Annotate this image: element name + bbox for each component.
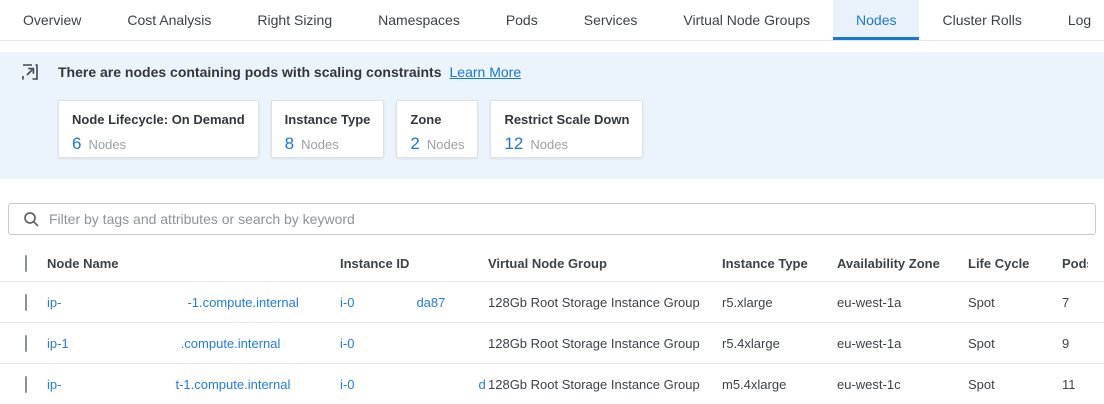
node-name-link[interactable]: ip-t-1.compute.internal xyxy=(47,377,340,392)
tab-cluster-rolls[interactable]: Cluster Rolls xyxy=(919,0,1044,40)
virtual-node-group-cell: 128Gb Root Storage Instance Group xyxy=(488,377,722,392)
tab-virtual-node-groups[interactable]: Virtual Node Groups xyxy=(660,0,833,40)
nodes-table: Node NameInstance IDVirtual Node GroupIn… xyxy=(0,245,1104,404)
card-title: Restrict Scale Down xyxy=(504,112,629,127)
table-header-row: Node NameInstance IDVirtual Node GroupIn… xyxy=(0,245,1104,281)
card-count: 12 xyxy=(504,134,523,154)
tab-pods[interactable]: Pods xyxy=(483,0,561,40)
column-header-instance-id: Instance ID xyxy=(340,256,488,271)
tab-nodes[interactable]: Nodes xyxy=(833,0,919,40)
pods-cell: 9 xyxy=(1062,336,1088,351)
instance-type-cell: m5.4xlarge xyxy=(722,377,837,392)
virtual-node-group-cell: 128Gb Root Storage Instance Group xyxy=(488,336,722,351)
tab-overview[interactable]: Overview xyxy=(0,0,104,40)
scaling-constraint-icon xyxy=(22,64,38,80)
life-cycle-cell: Spot xyxy=(968,336,1062,351)
tab-services[interactable]: Services xyxy=(561,0,661,40)
column-header-availability-zone: Availability Zone xyxy=(837,256,968,271)
tab-right-sizing[interactable]: Right Sizing xyxy=(234,0,355,40)
column-header-instance-type: Instance Type xyxy=(722,256,837,271)
instance-id-link[interactable]: i-0da87 xyxy=(340,295,488,310)
availability-zone-cell: eu-west-1a xyxy=(837,295,968,310)
filter-input[interactable] xyxy=(49,211,1085,227)
card-title: Instance Type xyxy=(285,112,371,127)
table-row: ip-1.compute.internali-0128Gb Root Stora… xyxy=(0,322,1104,363)
constraint-card-zone[interactable]: Zone 2 Nodes xyxy=(396,100,478,158)
constraint-card-restrict-scale-down[interactable]: Restrict Scale Down 12 Nodes xyxy=(490,100,643,158)
constraint-card-node-lifecycle-on-demand[interactable]: Node Lifecycle: On Demand 6 Nodes xyxy=(58,100,259,158)
instance-id-link[interactable]: i-0 xyxy=(340,336,488,351)
card-title: Node Lifecycle: On Demand xyxy=(72,112,245,127)
availability-zone-cell: eu-west-1c xyxy=(837,377,968,392)
card-unit: Nodes xyxy=(88,137,126,152)
pods-cell: 11 xyxy=(1062,377,1088,392)
tab-cost-analysis[interactable]: Cost Analysis xyxy=(104,0,234,40)
search-icon xyxy=(23,211,40,228)
virtual-node-group-cell: 128Gb Root Storage Instance Group xyxy=(488,295,722,310)
card-unit: Nodes xyxy=(530,137,568,152)
table-row: ip-t-1.compute.internali-0d128Gb Root St… xyxy=(0,363,1104,404)
instance-type-cell: r5.4xlarge xyxy=(722,336,837,351)
pods-cell: 7 xyxy=(1062,295,1088,310)
row-checkbox[interactable] xyxy=(25,376,27,393)
table-row: ip--1.compute.internali-0da87128Gb Root … xyxy=(0,281,1104,322)
constraint-cards: Node Lifecycle: On Demand6NodesInstance … xyxy=(58,100,1104,158)
column-header-virtual-node-group: Virtual Node Group xyxy=(488,256,722,271)
availability-zone-cell: eu-west-1a xyxy=(837,336,968,351)
node-name-link[interactable]: ip-1.compute.internal xyxy=(47,336,340,351)
table-body: ip--1.compute.internali-0da87128Gb Root … xyxy=(0,281,1104,404)
tab-bar: OverviewCost AnalysisRight SizingNamespa… xyxy=(0,0,1104,41)
learn-more-link[interactable]: Learn More xyxy=(450,64,522,80)
tab-namespaces[interactable]: Namespaces xyxy=(355,0,483,40)
select-all-checkbox[interactable] xyxy=(25,255,27,272)
card-title: Zone xyxy=(410,112,464,127)
card-unit: Nodes xyxy=(301,137,339,152)
constraint-card-instance-type[interactable]: Instance Type 8 Nodes xyxy=(271,100,385,158)
card-count: 2 xyxy=(410,134,419,154)
column-header-node-name: Node Name xyxy=(47,256,340,271)
scaling-constraints-banner: There are nodes containing pods with sca… xyxy=(0,52,1104,179)
banner-message: There are nodes containing pods with sca… xyxy=(58,64,442,80)
column-header-life-cycle: Life Cycle xyxy=(968,256,1062,271)
life-cycle-cell: Spot xyxy=(968,377,1062,392)
row-checkbox[interactable] xyxy=(25,294,27,311)
node-name-link[interactable]: ip--1.compute.internal xyxy=(47,295,340,310)
card-count: 6 xyxy=(72,134,81,154)
card-count: 8 xyxy=(285,134,294,154)
column-header-pods: Pods xyxy=(1062,256,1088,271)
instance-id-link[interactable]: i-0d xyxy=(340,377,488,392)
filter-bar xyxy=(8,203,1096,235)
instance-type-cell: r5.xlarge xyxy=(722,295,837,310)
tab-log[interactable]: Log xyxy=(1045,0,1104,40)
row-checkbox[interactable] xyxy=(25,335,27,352)
card-unit: Nodes xyxy=(427,137,465,152)
life-cycle-cell: Spot xyxy=(968,295,1062,310)
